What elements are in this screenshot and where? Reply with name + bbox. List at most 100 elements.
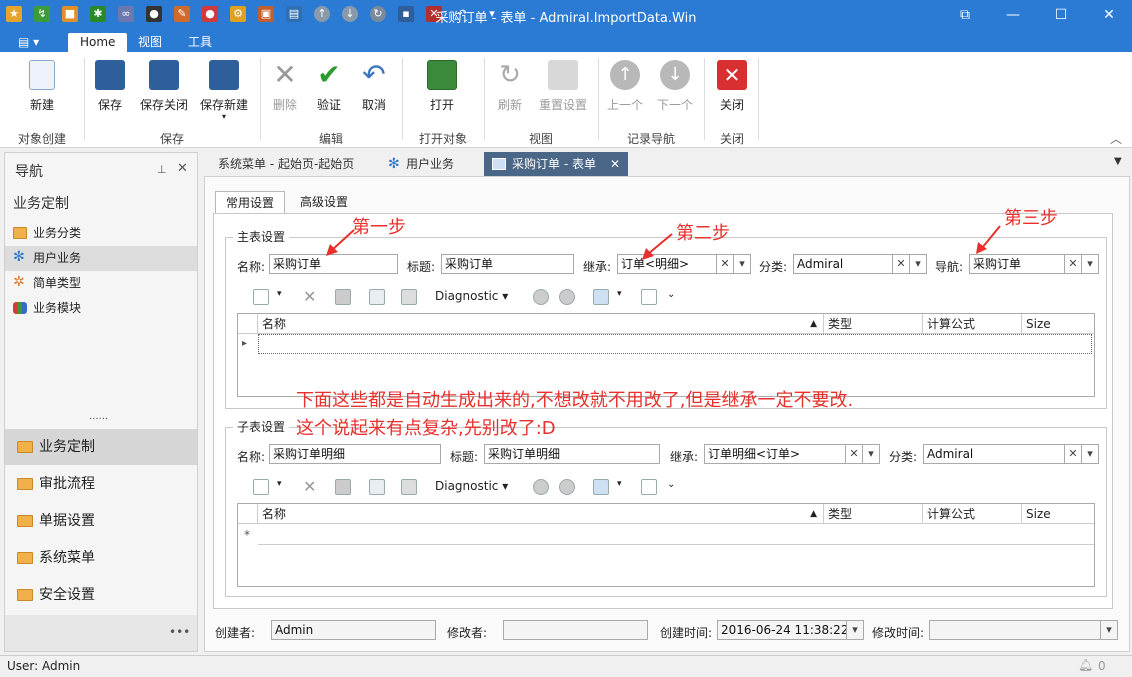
clear-icon[interactable]: ✕ [1064, 444, 1082, 464]
tab-view[interactable]: 视图 [126, 33, 174, 52]
previous-button[interactable]: ↑ 上一个 [604, 58, 646, 126]
search-icon[interactable] [641, 479, 657, 495]
chevron-down-icon[interactable]: ⌄ [667, 289, 675, 300]
save-button[interactable]: 保存 [92, 58, 128, 126]
column-header-type[interactable]: 类型 [824, 314, 923, 334]
dropdown-icon[interactable]: ▾ [733, 254, 751, 274]
master-title-field[interactable]: 采购订单 [441, 254, 574, 274]
column-header-formula[interactable]: 计算公式 [923, 504, 1022, 524]
dropdown-icon[interactable]: ▾ [862, 444, 880, 464]
master-fields-grid[interactable]: 名称 ▲ 类型 计算公式 Size ▸ [237, 313, 1095, 397]
save-icon[interactable] [335, 479, 351, 495]
arrow-up-icon[interactable] [533, 289, 549, 305]
detail-category-field[interactable]: Admiral [923, 444, 1065, 464]
column-header-type[interactable]: 类型 [824, 504, 923, 524]
chevron-down-icon[interactable]: ▾ [617, 479, 622, 489]
column-header-size[interactable]: Size [1022, 314, 1094, 334]
dropdown-icon[interactable]: ▾ [1081, 444, 1099, 464]
cancel-button[interactable]: ↶ 取消 [356, 58, 392, 126]
column-header-name[interactable]: 名称 ▲ [258, 504, 824, 524]
diagnostic-dropdown[interactable]: Diagnostic ▾ [435, 479, 508, 493]
next-button[interactable]: ↓ 下一个 [654, 58, 696, 126]
doc-tab-user-business[interactable]: ✻ 用户业务 [384, 152, 474, 176]
save-new-button[interactable]: 保存新建 ▾ [196, 58, 252, 126]
close-window-button[interactable]: ✕ [1086, 0, 1132, 30]
doc-tab-purchase-order[interactable]: 采购订单 - 表单 ✕ [484, 152, 628, 176]
dropdown-icon[interactable]: ▾ [909, 254, 927, 274]
chevron-down-icon[interactable]: ▾ [277, 479, 282, 489]
modifier-field[interactable] [503, 620, 648, 640]
copy-icon[interactable] [369, 289, 385, 305]
chevron-down-icon[interactable]: ▾ [277, 289, 282, 299]
app-menu-button[interactable]: ▤ ▾ [10, 33, 47, 52]
chevron-down-icon[interactable]: ▾ [617, 289, 622, 299]
clear-icon[interactable]: ✕ [1064, 254, 1082, 274]
splitter-handle[interactable]: ...... [89, 411, 108, 422]
nav-item-module[interactable]: 业务模块 [5, 296, 197, 321]
maximize-button[interactable]: ☐ [1038, 0, 1084, 30]
delete-button[interactable]: ✕ 删除 [268, 58, 302, 126]
column-header-formula[interactable]: 计算公式 [923, 314, 1022, 334]
table-row[interactable] [258, 524, 1094, 545]
dropdown-icon[interactable]: ▾ [846, 620, 864, 640]
clear-icon[interactable]: ✕ [892, 254, 910, 274]
restore-ribbon-icon[interactable]: ⧉ [942, 0, 988, 30]
collapse-ribbon-icon[interactable]: ︿ [1110, 130, 1122, 147]
refresh-button[interactable]: ↻ 刷新 [492, 58, 528, 126]
clear-icon[interactable]: ✕ [845, 444, 863, 464]
tabs-dropdown-icon[interactable]: ▼ [1114, 156, 1122, 167]
close-button[interactable]: ✕ 关闭 [714, 58, 750, 126]
save-icon[interactable] [335, 289, 351, 305]
dropdown-icon[interactable]: ▾ [1081, 254, 1099, 274]
save-close-button[interactable]: 保存关闭 [136, 58, 192, 126]
new-row-icon[interactable] [253, 479, 269, 495]
tab-tools[interactable]: 工具 [176, 33, 224, 52]
arrow-down-icon[interactable] [559, 289, 575, 305]
nav-group-security[interactable]: 安全设置 [5, 577, 197, 613]
dropdown-icon[interactable]: ▾ [1100, 620, 1118, 640]
open-button[interactable]: 打开 [422, 58, 462, 126]
minimize-button[interactable]: — [990, 0, 1036, 30]
detail-fields-grid[interactable]: 名称 ▲ 类型 计算公式 Size * [237, 503, 1095, 587]
export-icon[interactable] [593, 289, 609, 305]
master-category-field[interactable]: Admiral [793, 254, 893, 274]
creator-field[interactable]: Admin [271, 620, 436, 640]
nav-item-simple-type[interactable]: ✲ 简单类型 [5, 271, 197, 296]
copy-icon[interactable] [369, 479, 385, 495]
nav-group-business[interactable]: 业务定制 [5, 429, 197, 465]
column-header-name[interactable]: 名称 ▲ [258, 314, 824, 334]
link-icon[interactable] [401, 289, 417, 305]
link-icon[interactable] [401, 479, 417, 495]
detail-title-field[interactable]: 采购订单明细 [484, 444, 660, 464]
diagnostic-dropdown[interactable]: Diagnostic ▾ [435, 289, 508, 303]
tab-home[interactable]: Home [68, 33, 128, 52]
doc-tab-start-page[interactable]: 系统菜单 - 起始页-起始页 [212, 152, 362, 176]
nav-group-document-settings[interactable]: 单据设置 [5, 503, 197, 539]
bell-icon[interactable]: 🔔︎ [1078, 658, 1093, 672]
pin-icon[interactable]: ⊥ [157, 163, 167, 176]
nav-group-system-menu[interactable]: 系统菜单 [5, 540, 197, 576]
detail-name-field[interactable]: 采购订单明细 [269, 444, 441, 464]
arrow-down-icon[interactable] [559, 479, 575, 495]
close-tab-icon[interactable]: ✕ [610, 152, 620, 176]
export-icon[interactable] [593, 479, 609, 495]
close-icon[interactable]: ✕ [177, 161, 188, 176]
search-icon[interactable] [641, 289, 657, 305]
column-header-size[interactable]: Size [1022, 504, 1094, 524]
arrow-up-icon[interactable] [533, 479, 549, 495]
validate-button[interactable]: ✔ 验证 [312, 58, 346, 126]
clear-icon[interactable]: ✕ [716, 254, 734, 274]
more-icon[interactable]: ••• [169, 625, 190, 639]
delete-x-icon[interactable]: ✕ [303, 287, 316, 306]
detail-inherit-field[interactable]: 订单明细<订单> [704, 444, 846, 464]
tab-advanced-settings[interactable]: 高级设置 [289, 191, 359, 213]
chevron-down-icon[interactable]: ⌄ [667, 479, 675, 490]
created-time-field[interactable]: 2016-06-24 11:38:22 [717, 620, 847, 640]
nav-item-category[interactable]: 业务分类 [5, 221, 197, 246]
tab-general-settings[interactable]: 常用设置 [215, 191, 285, 213]
new-button[interactable]: 新建 [20, 58, 64, 126]
modified-time-field[interactable] [929, 620, 1101, 640]
nav-item-user-business[interactable]: ✻ 用户业务 [5, 246, 197, 271]
delete-x-icon[interactable]: ✕ [303, 477, 316, 496]
nav-group-approval[interactable]: 审批流程 [5, 466, 197, 502]
